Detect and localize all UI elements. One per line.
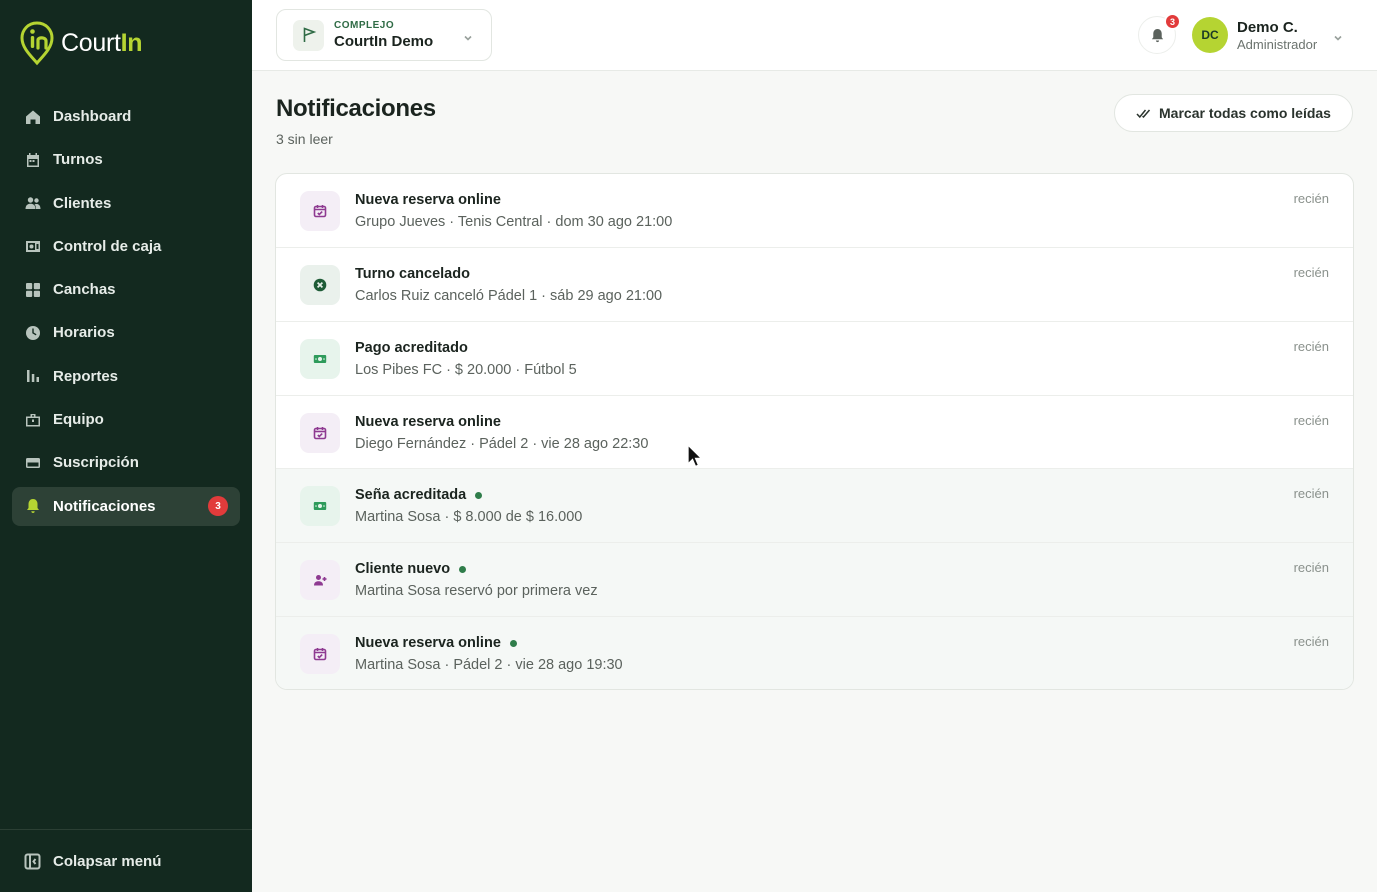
user-role: Administrador [1237,36,1318,52]
notification-title: Cliente nuevo [355,561,467,577]
notification-item[interactable]: Nueva reserva online Grupo Jueves · Teni… [276,174,1353,248]
sidebar-item-reportes[interactable]: Reportes [12,357,240,396]
sidebar-item-label: Control de caja [53,237,162,255]
notification-description: Martina Sosa · $ 8.000 de $ 16.000 [355,509,583,526]
notification-time: recién [1293,191,1329,206]
sidebar-item-label: Equipo [53,411,104,429]
calendar-check-icon [300,412,340,453]
mark-all-read-button[interactable]: Marcar todas como leídas [1114,94,1353,132]
notification-description: Martina Sosa reservó por primera vez [355,583,598,600]
sidebar-item-label: Clientes [53,194,112,212]
clock-icon [24,324,41,341]
notifications-button[interactable]: 3 [1138,13,1181,54]
sidebar: CourtIn Dashboard Turnos Clientes Contro… [0,0,252,892]
notification-time: recién [1293,264,1329,280]
avatar: DC [1192,17,1228,53]
notification-description: Carlos Ruiz canceló Pádel 1 · sáb 29 ago… [355,287,663,304]
notification-title: Seña acreditada [355,487,483,503]
notification-description: Martina Sosa · Pádel 2 · vie 28 ago 19:3… [355,657,623,674]
notification-item[interactable]: Cliente nuevo Martina Sosa reservó por p… [276,543,1353,618]
top-bar: COMPLEJO CourtIn Demo 3 DC Demo C. Admin… [252,0,1377,71]
home-icon [24,108,41,125]
credit-card-icon [24,454,41,471]
calendar-icon [24,151,41,168]
page-title: Notificaciones [276,95,436,122]
notification-title: Nueva reserva online [355,635,517,651]
bell-icon [24,498,41,515]
chevron-down-icon [1333,30,1343,41]
notification-time: recién [1293,338,1329,354]
user-name: Demo C. [1237,18,1298,36]
calendar-check-icon [300,191,340,231]
notification-description: Diego Fernández · Pádel 2 · vie 28 ago 2… [355,435,649,452]
unread-count-text: 3 sin leer [276,131,333,147]
grid-icon [24,281,41,298]
sidebar-item-horarios[interactable]: Horarios [12,313,240,352]
notification-time: recién [1293,634,1329,650]
complex-label: COMPLEJO [334,20,395,31]
notification-count-badge: 3 [1164,13,1181,30]
sidebar-item-control-de-caja[interactable]: Control de caja [12,227,240,266]
brand-name: CourtIn [61,28,143,57]
notification-item[interactable]: Nueva reserva online Martina Sosa · Páde… [276,617,1353,689]
notification-description: Los Pibes FC · $ 20.000 · Fútbol 5 [355,361,577,378]
sidebar-item-label: Horarios [53,324,115,342]
notification-count-badge: 3 [208,496,228,517]
notification-item[interactable]: Seña acreditada Martina Sosa · $ 8.000 d… [276,469,1353,544]
notification-item[interactable]: Nueva reserva online Diego Fernández · P… [276,396,1353,470]
bar-chart-icon [24,368,41,385]
notification-time: recién [1293,412,1329,428]
sidebar-item-label: Notificaciones [53,497,156,515]
user-plus-icon [300,560,340,601]
complex-name: CourtIn Demo [334,33,434,50]
notification-title: Nueva reserva online [355,413,501,430]
complex-selector[interactable]: COMPLEJO CourtIn Demo [276,9,492,61]
collapse-sidebar-icon [24,853,41,869]
sidebar-item-equipo[interactable]: Equipo [12,400,240,439]
unread-dot [459,565,467,573]
sidebar-item-notificaciones[interactable]: Notificaciones 3 [12,486,240,526]
notification-title: Turno cancelado [355,265,470,282]
user-menu[interactable]: DC Demo C. Administrador [1192,17,1343,53]
sidebar-item-clientes[interactable]: Clientes [12,184,240,223]
notification-description: Grupo Jueves · Tenis Central · dom 30 ag… [355,214,673,230]
calendar-check-icon [300,634,340,675]
sidebar-item-canchas[interactable]: Canchas [12,270,240,309]
sidebar-item-label: Turnos [53,151,103,169]
location-pin-logo-icon [20,21,54,66]
sidebar-item-turnos[interactable]: Turnos [12,140,240,179]
briefcase-icon [24,411,41,428]
notification-item[interactable]: Turno cancelado Carlos Ruiz canceló Páde… [276,248,1353,322]
cash-icon [300,338,340,379]
unread-dot [475,491,483,499]
mark-all-read-label: Marcar todas como leídas [1159,105,1331,121]
cash-icon [300,486,340,527]
collapse-menu-label: Colapsar menú [53,852,162,870]
sidebar-nav: Dashboard Turnos Clientes Control de caj… [12,97,240,530]
sidebar-item-label: Dashboard [53,108,132,125]
chevron-down-icon [463,30,473,41]
mouse-cursor-icon [687,444,704,468]
unread-dot [509,639,517,647]
flag-icon [293,19,324,51]
double-check-icon [1136,109,1151,118]
bell-icon [1151,28,1163,42]
sidebar-item-dashboard[interactable]: Dashboard [12,97,240,136]
notification-time: recién [1293,486,1329,502]
notification-time: recién [1293,560,1329,576]
sidebar-item-label: Suscripción [53,454,139,472]
logo[interactable]: CourtIn [20,20,143,66]
sidebar-item-suscripcion[interactable]: Suscripción [12,443,240,482]
notification-title: Nueva reserva online [355,192,501,208]
cash-register-icon [24,238,41,255]
x-circle-icon [300,264,340,305]
notifications-list: Nueva reserva online Grupo Jueves · Teni… [275,173,1354,690]
collapse-menu-button[interactable]: Colapsar menú [0,829,252,892]
notification-title: Pago acreditado [355,339,468,356]
sidebar-item-label: Canchas [53,281,116,299]
users-icon [24,195,41,212]
notification-item[interactable]: Pago acreditado Los Pibes FC · $ 20.000 … [276,322,1353,396]
sidebar-item-label: Reportes [53,367,119,385]
